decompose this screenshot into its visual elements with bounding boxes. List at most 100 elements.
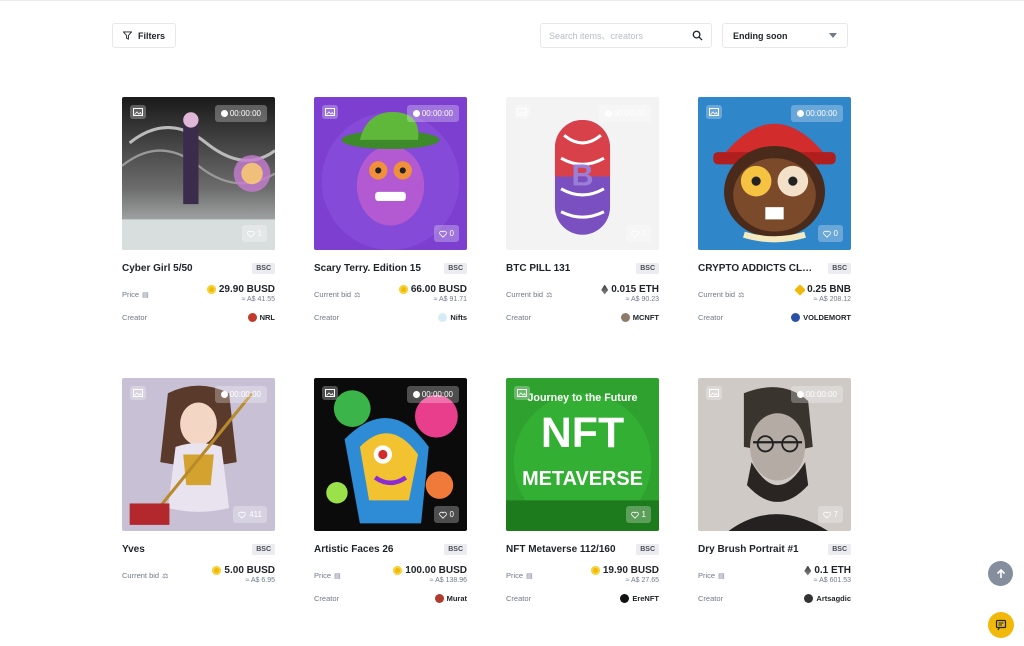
nft-card[interactable]: 00:00:00 411 Yves BSC Current bid ⚖ 5.00 … (122, 378, 275, 603)
timer-text: 00:00:00 (613, 109, 645, 118)
price-label-text: Price (314, 571, 332, 580)
nft-card[interactable]: Journey to the Future NFT METAVERSE 1 NFT … (506, 378, 659, 603)
creator-link[interactable]: Artsagdic (804, 594, 851, 603)
price-amount: 100.00 BUSD (405, 565, 467, 576)
price-label: Price ▤ (122, 286, 149, 303)
nft-thumbnail[interactable]: 00:00:00 0 (314, 97, 467, 250)
nft-grid: 00:00:00 1 Cyber Girl 5/50 BSC Price ▤ 29… (122, 97, 862, 603)
like-button[interactable]: 1 (241, 225, 267, 242)
like-button[interactable]: 1 (625, 506, 651, 523)
search-input[interactable] (549, 30, 692, 41)
heart-icon (630, 230, 639, 238)
clock-icon (412, 391, 420, 398)
price-amount: 19.90 BUSD (602, 565, 659, 576)
image-icon (130, 386, 146, 400)
price-label-text: Price (506, 571, 524, 580)
nft-card[interactable]: B 00:00:00 2 BTC PILL 131 BSC Current bi… (506, 97, 659, 322)
creator-link[interactable]: Nifts (438, 313, 467, 322)
like-button[interactable]: 0 (433, 506, 459, 523)
chat-icon (995, 619, 1007, 631)
fixed-price-icon: ▤ (334, 572, 341, 580)
fixed-price-icon: ▤ (526, 572, 533, 580)
avatar (620, 594, 630, 603)
search-box[interactable] (540, 23, 712, 48)
price-amount: 5.00 BUSD (224, 565, 275, 576)
chain-badge: BSC (636, 262, 659, 274)
nft-thumbnail[interactable]: 00:00:00 0 (698, 97, 851, 250)
price-value: 100.00 BUSD (393, 565, 467, 576)
creator-link[interactable]: MCNFT (620, 313, 659, 322)
creator-label: Creator (698, 313, 724, 322)
price-amount: 29.90 BUSD (218, 284, 275, 295)
creator-label: Creator (314, 313, 340, 322)
creator-name: NRL (259, 313, 275, 322)
clock-icon (220, 391, 228, 398)
like-button[interactable]: 0 (817, 225, 843, 242)
price-label: Current bid ⚖ (506, 286, 552, 303)
nft-title[interactable]: CRYPTO ADDICTS CLUB ... (698, 263, 818, 274)
busd-coin-icon (212, 566, 222, 575)
price-amount: 0.1 ETH (814, 565, 851, 576)
art-text-mid: NFT (541, 409, 624, 457)
art-text-top: Journey to the Future (527, 392, 637, 404)
nft-card[interactable]: 00:00:00 1 Cyber Girl 5/50 BSC Price ▤ 29… (122, 97, 275, 322)
nft-title[interactable]: Artistic Faces 26 (314, 544, 394, 555)
creator-link[interactable]: EreNFT (620, 594, 659, 603)
nft-card[interactable]: 00:00:00 0 CRYPTO ADDICTS CLUB ... BSC C… (698, 97, 851, 322)
like-button[interactable]: 411 (233, 506, 267, 523)
nft-thumbnail[interactable]: 00:00:00 7 (698, 378, 851, 531)
nft-title[interactable]: Yves (122, 544, 145, 555)
price-label: Current bid ⚖ (698, 286, 744, 303)
creator-name: Artsagdic (816, 594, 851, 603)
nft-thumbnail[interactable]: Journey to the Future NFT METAVERSE 1 (506, 378, 659, 531)
like-button[interactable]: 0 (433, 225, 459, 242)
clock-icon (796, 110, 804, 117)
heart-icon (438, 511, 447, 519)
avatar (804, 594, 814, 603)
like-button[interactable]: 2 (625, 225, 651, 242)
image-icon (322, 105, 338, 119)
creator-label: Creator (314, 594, 340, 603)
nft-title[interactable]: Dry Brush Portrait #1 (698, 544, 799, 555)
creator-link[interactable]: VOLDEMORT (791, 313, 851, 322)
chat-button[interactable] (988, 612, 1014, 638)
nft-title[interactable]: Scary Terry. Edition 15 (314, 263, 421, 274)
price-value: 29.90 BUSD (206, 284, 275, 295)
nft-thumbnail[interactable]: 00:00:00 0 (314, 378, 467, 531)
price-label-text: Current bid (122, 571, 160, 580)
fiat-value: ≈ A$ 601.53 (813, 577, 851, 584)
countdown-timer: 00:00:00 (214, 105, 267, 122)
nft-title[interactable]: NFT Metaverse 112/160 (506, 544, 616, 555)
top-divider (0, 0, 1024, 1)
nft-title[interactable]: BTC PILL 131 (506, 263, 570, 274)
nft-card[interactable]: 00:00:00 0 Artistic Faces 26 BSC Price ▤ … (314, 378, 467, 603)
auction-icon: ⚖ (354, 291, 361, 299)
creator-name: Murat (446, 594, 467, 603)
image-icon (130, 105, 146, 119)
price-label-text: Current bid (506, 290, 544, 299)
chain-badge: BSC (636, 543, 659, 555)
chevron-down-icon (829, 33, 837, 38)
image-icon (706, 386, 722, 400)
countdown-timer: 00:00:00 (790, 386, 843, 403)
nft-card[interactable]: 00:00:00 0 Scary Terry. Edition 15 BSC C… (314, 97, 467, 322)
filters-button[interactable]: Filters (112, 23, 176, 48)
search-icon[interactable] (692, 30, 703, 41)
creator-link[interactable]: NRL (247, 313, 275, 322)
like-count: 2 (641, 229, 646, 238)
sort-select[interactable]: Ending soon (722, 23, 848, 48)
nft-thumbnail[interactable]: 00:00:00 1 (122, 97, 275, 250)
price-amount: 66.00 BUSD (410, 284, 467, 295)
timer-text: 00:00:00 (421, 390, 453, 399)
arrow-up-icon (996, 568, 1005, 578)
like-count: 7 (833, 510, 838, 519)
nft-title[interactable]: Cyber Girl 5/50 (122, 263, 193, 274)
scroll-top-button[interactable] (988, 561, 1013, 586)
creator-link[interactable]: Murat (434, 594, 467, 603)
price-label-text: Price (698, 571, 716, 580)
nft-card[interactable]: 00:00:00 7 Dry Brush Portrait #1 BSC Pri… (698, 378, 851, 603)
nft-thumbnail[interactable]: 00:00:00 411 (122, 378, 275, 531)
nft-thumbnail[interactable]: B 00:00:00 2 (506, 97, 659, 250)
like-button[interactable]: 7 (817, 506, 843, 523)
countdown-timer: 00:00:00 (406, 386, 459, 403)
